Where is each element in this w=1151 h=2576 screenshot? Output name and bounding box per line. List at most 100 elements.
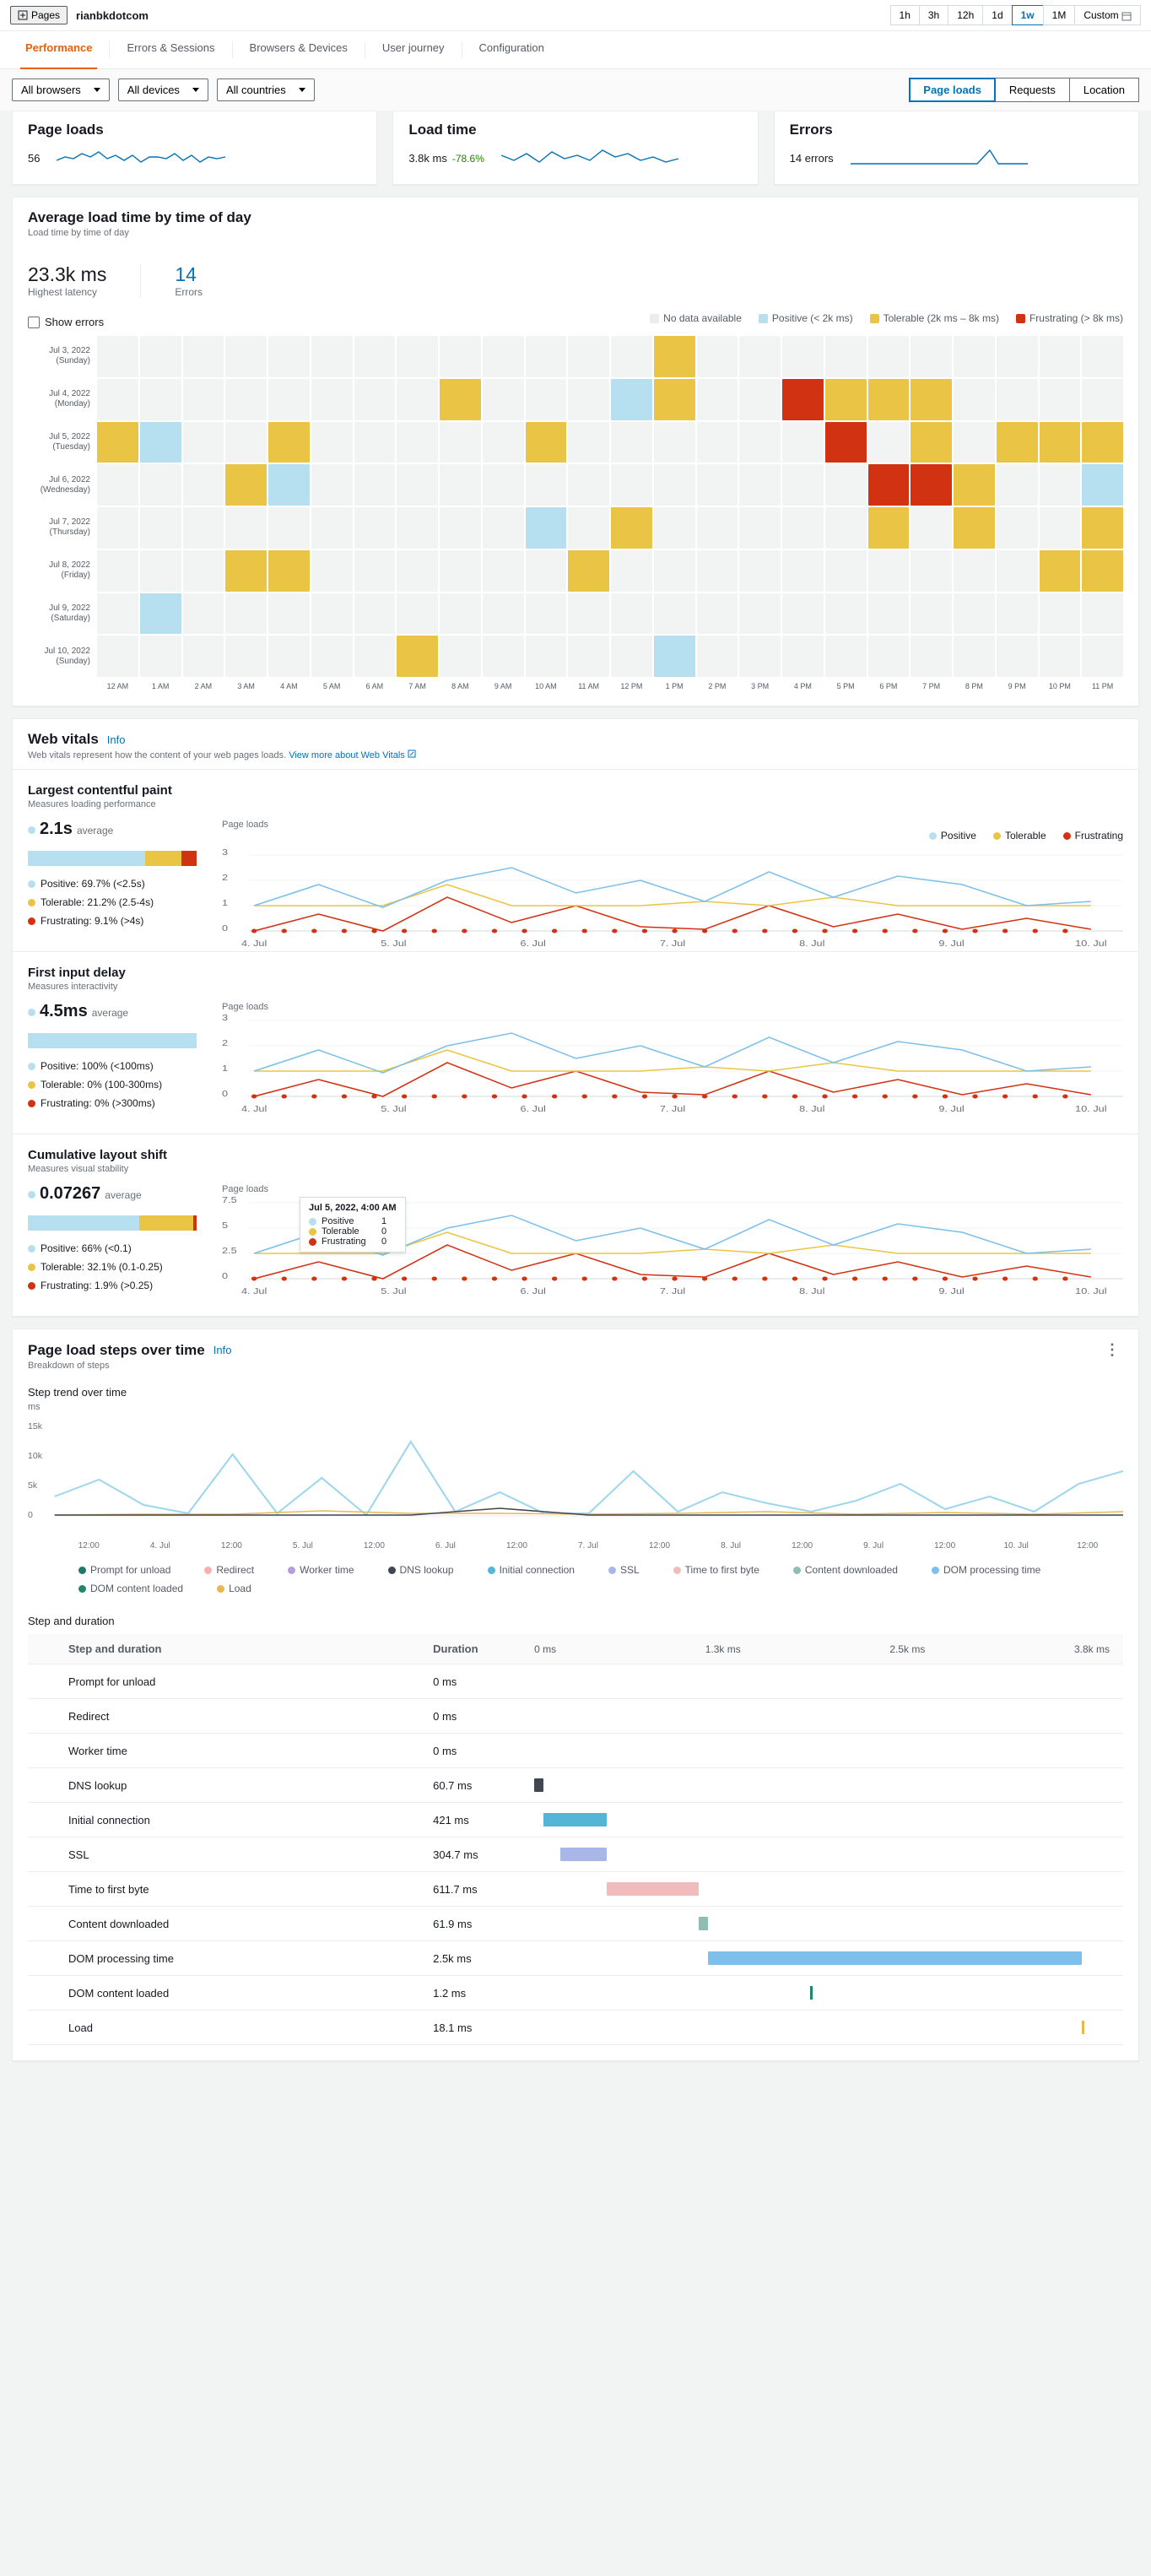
heatmap-cell[interactable] — [611, 464, 652, 506]
heatmap-cell[interactable] — [140, 379, 181, 420]
heatmap-cell[interactable] — [911, 507, 952, 549]
heatmap-cell[interactable] — [311, 464, 353, 506]
heatmap-cell[interactable] — [140, 336, 181, 377]
heatmap-cell[interactable] — [697, 422, 738, 463]
heatmap-cell[interactable] — [97, 336, 138, 377]
heatmap-cell[interactable] — [654, 379, 695, 420]
heatmap-cell[interactable] — [611, 507, 652, 549]
heatmap-cell[interactable] — [311, 507, 353, 549]
heatmap-cell[interactable] — [568, 507, 609, 549]
heatmap-cell[interactable] — [868, 593, 910, 635]
heatmap-cell[interactable] — [868, 636, 910, 677]
heatmap-cell[interactable] — [97, 379, 138, 420]
heatmap-cell[interactable] — [268, 550, 310, 592]
heatmap-cell[interactable] — [397, 507, 438, 549]
time-Custom[interactable]: Custom — [1074, 5, 1141, 25]
heatmap-cell[interactable] — [183, 336, 224, 377]
tab-configuration[interactable]: Configuration — [474, 31, 549, 68]
heatmap-cell[interactable] — [697, 550, 738, 592]
heatmap-cell[interactable] — [954, 379, 995, 420]
kebab-menu-icon[interactable]: ⋮ — [1101, 1341, 1123, 1359]
heatmap-cell[interactable] — [654, 636, 695, 677]
time-1h[interactable]: 1h — [890, 5, 920, 25]
heatmap-cell[interactable] — [568, 336, 609, 377]
heatmap-cell[interactable] — [611, 593, 652, 635]
heatmap-cell[interactable] — [354, 336, 396, 377]
heatmap-cell[interactable] — [654, 422, 695, 463]
heatmap-cell[interactable] — [183, 550, 224, 592]
heatmap-cell[interactable] — [825, 550, 867, 592]
heatmap-cell[interactable] — [183, 379, 224, 420]
heatmap-cell[interactable] — [483, 464, 524, 506]
heatmap-cell[interactable] — [697, 379, 738, 420]
heatmap-cell[interactable] — [354, 422, 396, 463]
heatmap-cell[interactable] — [483, 593, 524, 635]
heatmap-cell[interactable] — [1040, 636, 1081, 677]
heatmap-cell[interactable] — [739, 336, 781, 377]
heatmap-cell[interactable] — [1082, 464, 1123, 506]
heatmap-cell[interactable] — [140, 593, 181, 635]
time-1w[interactable]: 1w — [1012, 5, 1044, 25]
heatmap-cell[interactable] — [697, 636, 738, 677]
heatmap-cell[interactable] — [782, 636, 824, 677]
heatmap-cell[interactable] — [140, 464, 181, 506]
heatmap-cell[interactable] — [1082, 550, 1123, 592]
heatmap-cell[interactable] — [440, 507, 481, 549]
heatmap-cell[interactable] — [354, 507, 396, 549]
heatmap-cell[interactable] — [183, 507, 224, 549]
heatmap-cell[interactable] — [911, 422, 952, 463]
heatmap-cell[interactable] — [526, 507, 567, 549]
heatmap-cell[interactable] — [354, 550, 396, 592]
heatmap-cell[interactable] — [440, 636, 481, 677]
heatmap-cell[interactable] — [739, 593, 781, 635]
heatmap-cell[interactable] — [868, 550, 910, 592]
heatmap-cell[interactable] — [140, 507, 181, 549]
heatmap-cell[interactable] — [268, 422, 310, 463]
tab-errors-sessions[interactable]: Errors & Sessions — [122, 31, 219, 68]
heatmap-cell[interactable] — [1082, 422, 1123, 463]
heatmap-cell[interactable] — [354, 593, 396, 635]
heatmap-cell[interactable] — [1040, 336, 1081, 377]
heatmap-cell[interactable] — [825, 636, 867, 677]
heatmap-cell[interactable] — [782, 464, 824, 506]
heatmap-cell[interactable] — [354, 464, 396, 506]
heatmap-cell[interactable] — [739, 550, 781, 592]
heatmap-cell[interactable] — [183, 636, 224, 677]
heatmap-cell[interactable] — [97, 507, 138, 549]
heatmap-cell[interactable] — [997, 550, 1038, 592]
info-link[interactable]: Info — [107, 733, 126, 746]
heatmap-cell[interactable] — [1082, 336, 1123, 377]
heatmap-cell[interactable] — [825, 379, 867, 420]
devices-dropdown[interactable]: All devices — [118, 78, 208, 101]
heatmap-cell[interactable] — [440, 422, 481, 463]
heatmap-cell[interactable] — [697, 593, 738, 635]
heatmap-cell[interactable] — [739, 507, 781, 549]
heatmap-cell[interactable] — [483, 550, 524, 592]
heatmap-cell[interactable] — [782, 507, 824, 549]
segment-location[interactable]: Location — [1069, 78, 1139, 102]
heatmap-cell[interactable] — [611, 550, 652, 592]
heatmap-cell[interactable] — [354, 636, 396, 677]
heatmap-cell[interactable] — [654, 336, 695, 377]
heatmap-cell[interactable] — [526, 464, 567, 506]
heatmap-cell[interactable] — [954, 636, 995, 677]
heatmap-cell[interactable] — [868, 507, 910, 549]
heatmap-cell[interactable] — [1040, 550, 1081, 592]
heatmap-cell[interactable] — [654, 464, 695, 506]
time-1d[interactable]: 1d — [982, 5, 1012, 25]
heatmap-cell[interactable] — [97, 550, 138, 592]
heatmap-cell[interactable] — [739, 636, 781, 677]
heatmap-cell[interactable] — [1040, 464, 1081, 506]
heatmap-cell[interactable] — [526, 422, 567, 463]
web-vitals-docs-link[interactable]: View more about Web Vitals — [289, 750, 405, 760]
heatmap-cell[interactable] — [225, 507, 267, 549]
heatmap-cell[interactable] — [268, 636, 310, 677]
heatmap-cell[interactable] — [911, 464, 952, 506]
heatmap-cell[interactable] — [225, 550, 267, 592]
heatmap-cell[interactable] — [440, 550, 481, 592]
heatmap-cell[interactable] — [954, 593, 995, 635]
heatmap-cell[interactable] — [526, 593, 567, 635]
heatmap-cell[interactable] — [225, 379, 267, 420]
heatmap-cell[interactable] — [825, 507, 867, 549]
heatmap-cell[interactable] — [1082, 507, 1123, 549]
